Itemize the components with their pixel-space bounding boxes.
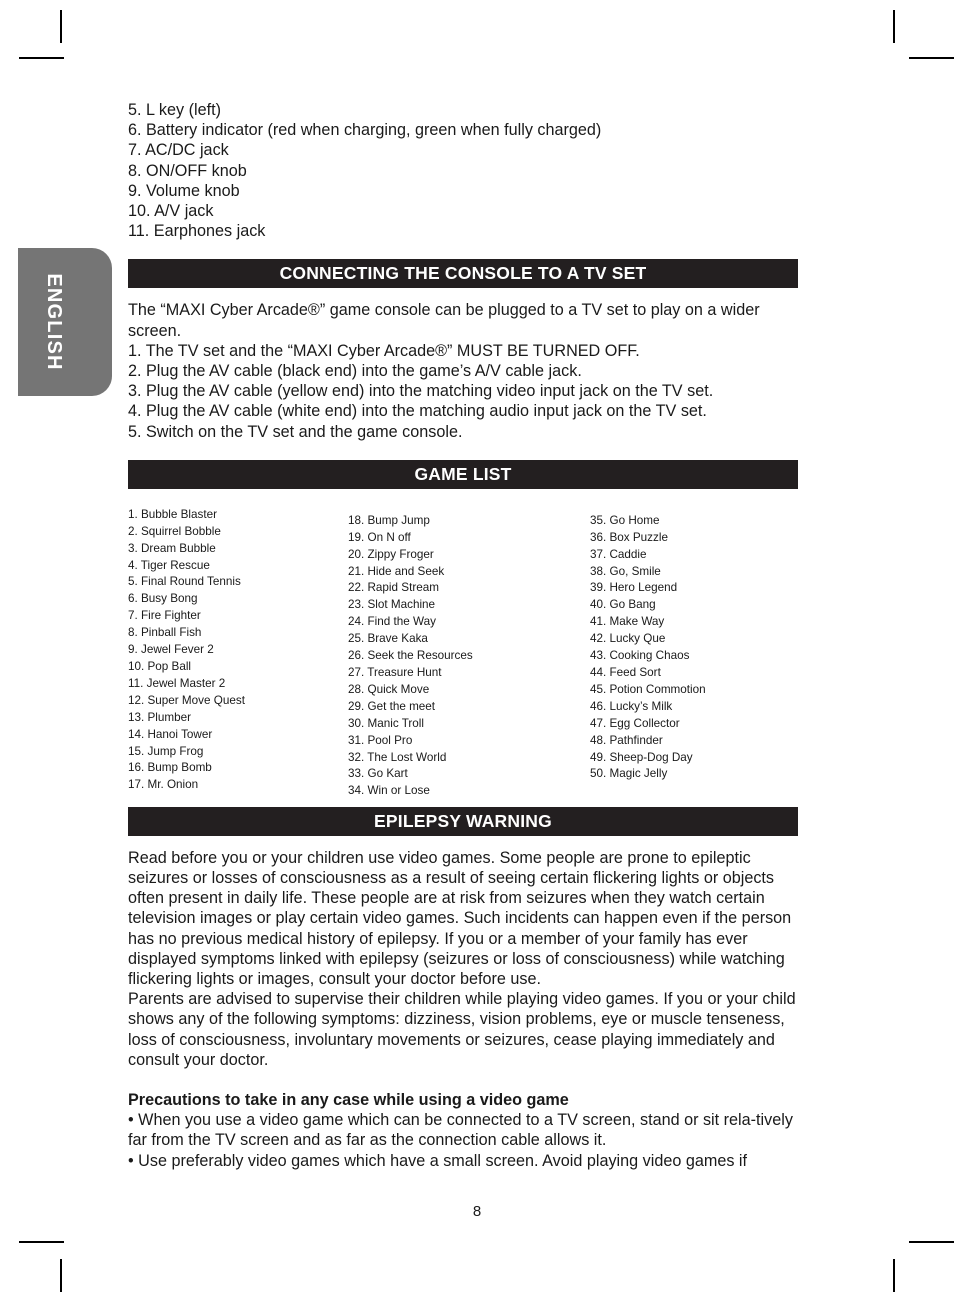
game-list-item: 5. Final Round Tennis [128, 575, 241, 589]
connecting-step: 5. Switch on the TV set and the game con… [128, 422, 463, 441]
parts-list-item: 8. ON/OFF knob [128, 161, 247, 180]
crop-mark-top-left-horizontal [19, 57, 64, 59]
page-content: 5. L key (left) 6. Battery indicator (re… [128, 100, 798, 1171]
game-list-item: 43. Cooking Chaos [590, 649, 690, 663]
game-list-column-3: 35. Go Home 36. Box Puzzle 37. Caddie 38… [590, 513, 706, 784]
connecting-step: 3. Plug the AV cable (yellow end) into t… [128, 382, 714, 401]
game-list-item: 28. Quick Move [348, 682, 430, 696]
connecting-console-body: The “MAXI Cyber Arcade®” game console ca… [128, 300, 798, 441]
crop-mark-top-left-vertical [60, 10, 62, 43]
game-list-item: 8. Pinball Fish [128, 626, 202, 640]
game-list-item: 42. Lucky Que [590, 632, 666, 646]
game-list-item: 35. Go Home [590, 513, 660, 527]
epilepsy-warning-body: Read before you or your children use vid… [128, 848, 798, 1171]
game-list-item: 45. Potion Commotion [590, 682, 706, 696]
game-list-item: 49. Sheep-Dog Day [590, 750, 693, 764]
manual-page: ENGLISH 5. L key (left) 6. Battery indic… [0, 0, 954, 1301]
page-number: 8 [472, 1203, 482, 1220]
parts-list-item: 9. Volume knob [128, 181, 240, 200]
game-list-item: 12. Super Move Quest [128, 693, 245, 707]
language-tab-label: ENGLISH [42, 273, 65, 371]
game-list-item: 6. Busy Bong [128, 592, 198, 606]
game-list-item: 17. Mr. Onion [128, 778, 199, 792]
game-list-item: 19. On N off [348, 530, 411, 544]
game-list-item: 39. Hero Legend [590, 581, 678, 595]
connecting-step: 2. Plug the AV cable (black end) into th… [128, 362, 582, 381]
connecting-step: 1. The TV set and the “MAXI Cyber Arcade… [128, 341, 640, 360]
crop-mark-bottom-left-vertical [60, 1259, 62, 1292]
game-list-item: 37. Caddie [590, 547, 647, 561]
section-heading-connecting-console: CONNECTING THE CONSOLE TO A TV SET [128, 259, 798, 289]
parts-list-item: 5. L key (left) [128, 101, 221, 119]
game-list-item: 1. Bubble Blaster [128, 507, 218, 521]
game-list-item: 27. Treasure Hunt [348, 666, 442, 679]
game-list-item: 33. Go Kart [348, 767, 408, 781]
precautions-heading: Precautions to take in any case while us… [128, 1091, 569, 1110]
parts-list: 5. L key (left) 6. Battery indicator (re… [128, 100, 798, 241]
game-list-item: 48. Pathfinder [590, 733, 663, 747]
precautions-bullet-1: • When you use a video game which can be… [128, 1111, 793, 1150]
game-list-item: 40. Go Bang [590, 598, 656, 612]
game-list-item: 31. Pool Pro [348, 733, 413, 747]
parts-list-item: 7. AC/DC jack [128, 141, 229, 160]
game-list-item: 7. Fire Fighter [128, 609, 201, 623]
game-list-item: 21. Hide and Seek [348, 564, 445, 578]
game-list-item: 22. Rapid Stream [348, 581, 439, 595]
crop-mark-top-right-horizontal [909, 57, 954, 59]
game-list-item: 18. Bump Jump [348, 513, 430, 527]
precautions-bullet-2: • Use preferably video games which have … [128, 1151, 748, 1170]
game-list-item: 16. Bump Bomb [128, 761, 212, 775]
game-list-item: 24. Find the Way [348, 615, 436, 629]
game-list-item: 2. Squirrel Bobble [128, 524, 221, 538]
game-list-item: 36. Box Puzzle [590, 530, 668, 544]
epilepsy-paragraph-1: Read before you or your children use vid… [128, 848, 792, 989]
section-heading-game-list: GAME LIST [128, 459, 798, 489]
game-list: 1. Bubble Blaster 2. Squirrel Bobble 3. … [128, 507, 798, 807]
section-heading-epilepsy-warning: EPILEPSY WARNING [128, 806, 798, 836]
game-list-item: 14. Hanoi Tower [128, 727, 213, 741]
parts-list-item: 10. A/V jack [128, 202, 214, 221]
game-list-item: 29. Get the meet [348, 699, 436, 713]
game-list-item: 30. Manic Troll [348, 716, 424, 730]
game-list-column-1: 1. Bubble Blaster 2. Squirrel Bobble 3. … [128, 507, 245, 794]
game-list-item: 32. The Lost World [348, 750, 447, 764]
crop-mark-top-right-vertical [893, 10, 895, 43]
game-list-item: 46. Lucky’s Milk [590, 699, 673, 713]
game-list-item: 44. Feed Sort [590, 666, 661, 679]
game-list-item: 23. Slot Machine [348, 598, 436, 612]
parts-list-item: 11. Earphones jack [128, 222, 266, 241]
game-list-item: 13. Plumber [128, 710, 192, 724]
connecting-intro-paragraph: The “MAXI Cyber Arcade®” game console ca… [128, 301, 760, 340]
epilepsy-paragraph-2: Parents are advised to supervise their c… [128, 990, 796, 1069]
game-list-item: 25. Brave Kaka [348, 632, 428, 646]
game-list-item: 41. Make Way [590, 615, 665, 629]
crop-mark-bottom-right-vertical [893, 1259, 895, 1292]
parts-list-item: 6. Battery indicator (red when charging,… [128, 121, 602, 140]
game-list-item: 3. Dream Bubble [128, 541, 216, 555]
game-list-item: 34. Win or Lose [348, 784, 430, 798]
game-list-item: 38. Go, Smile [590, 564, 661, 578]
game-list-item: 4. Tiger Rescue [128, 558, 210, 572]
language-tab-english: ENGLISH [18, 248, 112, 396]
connecting-step: 4. Plug the AV cable (white end) into th… [128, 402, 707, 421]
crop-mark-bottom-left-horizontal [19, 1241, 64, 1243]
game-list-item: 9. Jewel Fever 2 [128, 643, 214, 657]
game-list-item: 26. Seek the Resources [348, 649, 473, 663]
game-list-item: 50. Magic Jelly [590, 767, 668, 781]
game-list-item: 10. Pop Ball [128, 660, 192, 673]
crop-mark-bottom-right-horizontal [909, 1241, 954, 1243]
game-list-item: 47. Egg Collector [590, 716, 680, 730]
game-list-item: 15. Jump Frog [128, 744, 204, 758]
game-list-item: 20. Zippy Froger [348, 547, 434, 561]
game-list-column-2: 18. Bump Jump 19. On N off 20. Zippy Fro… [348, 513, 473, 800]
game-list-item: 11. Jewel Master 2 [128, 676, 226, 690]
